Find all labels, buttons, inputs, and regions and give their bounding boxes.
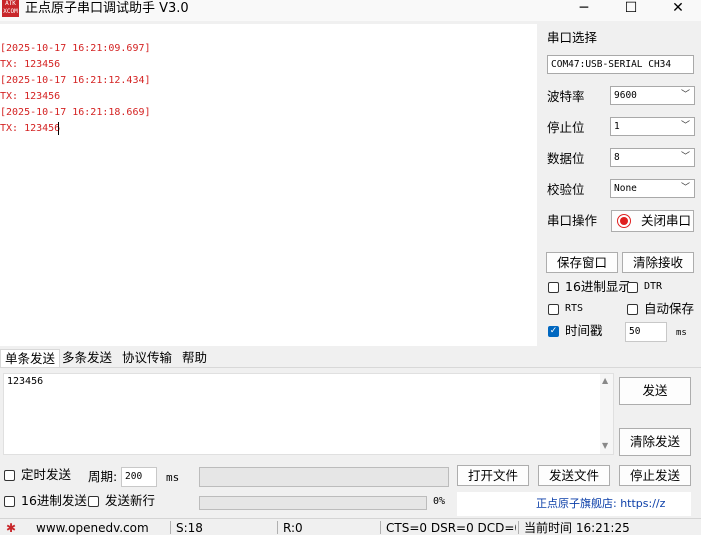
receive-line: TX: 123456 xyxy=(0,59,61,70)
clear-receive-button[interactable]: 清除接收 xyxy=(622,252,694,273)
gear-icon: ✱ xyxy=(6,521,17,535)
period-label: 周期: xyxy=(88,469,118,484)
tab-single-send[interactable]: 单条发送 xyxy=(0,349,61,367)
timestamp-interval-input[interactable]: 50 xyxy=(625,322,667,342)
timed-send-checkbox[interactable] xyxy=(4,470,15,481)
timestamp-checkbox[interactable]: ✓ xyxy=(548,326,559,337)
status-divider xyxy=(380,521,381,534)
port-op-label: 串口操作 xyxy=(547,213,598,228)
rts-label: RTS xyxy=(565,303,584,314)
received-count: R:0 xyxy=(283,521,303,535)
signal-status: CTS=0 DSR=0 DCD=0 xyxy=(386,521,516,535)
databits-select[interactable]: 8 ﹀ xyxy=(610,148,695,167)
dtr-checkbox[interactable] xyxy=(627,282,638,293)
send-progress-bar xyxy=(199,496,427,510)
file-progress-bar xyxy=(199,467,449,487)
promo-link[interactable]: 正点原子旗舰店: https://z xyxy=(536,497,689,511)
open-file-button[interactable]: 打开文件 xyxy=(457,465,529,486)
status-divider xyxy=(277,521,278,534)
receive-line: [2025-10-17 16:21:09.697] xyxy=(0,43,151,54)
hex-display-label: 16进制显示 xyxy=(565,279,631,294)
progress-percent: 0% xyxy=(433,496,446,507)
status-divider xyxy=(170,521,171,534)
databits-label: 数据位 xyxy=(547,151,585,166)
send-newline-label: 发送新行 xyxy=(105,493,156,508)
port-select-label: 串口选择 xyxy=(547,30,598,45)
timed-send-label: 定时发送 xyxy=(21,467,72,482)
chevron-down-icon: ﹀ xyxy=(680,121,690,131)
maximize-icon[interactable]: ☐ xyxy=(608,0,654,21)
period-unit: ms xyxy=(166,471,180,484)
record-icon xyxy=(617,214,631,228)
promo-box: 正点原子旗舰店: https://z xyxy=(457,492,691,516)
tab-multi-send[interactable]: 多条发送 xyxy=(58,349,116,367)
scroll-down-icon[interactable]: ▼ xyxy=(602,441,608,450)
parity-select[interactable]: None ﹀ xyxy=(610,179,695,198)
chevron-down-icon: ﹀ xyxy=(680,152,690,162)
tab-protocol[interactable]: 协议传输 xyxy=(118,349,176,367)
clear-send-button[interactable]: 清除发送 xyxy=(619,428,691,456)
save-window-button[interactable]: 保存窗口 xyxy=(546,252,618,273)
app-logo-icon: ATK XCOM xyxy=(2,0,19,17)
send-button[interactable]: 发送 xyxy=(619,377,691,405)
receive-area[interactable]: [2025-10-17 16:21:09.697] TX: 123456 [20… xyxy=(0,24,537,346)
rts-checkbox[interactable] xyxy=(548,304,559,315)
send-text-area[interactable]: 123456 xyxy=(3,373,614,455)
receive-line: [2025-10-17 16:21:18.669] xyxy=(0,107,151,118)
current-time: 当前时间 16:21:25 xyxy=(524,521,630,535)
stop-send-button[interactable]: 停止发送 xyxy=(619,465,691,486)
chevron-down-icon: ﹀ xyxy=(680,183,690,193)
dtr-label: DTR xyxy=(644,281,663,292)
send-scrollbar[interactable]: ▲ ▼ xyxy=(600,374,613,454)
hex-send-label: 16进制发送 xyxy=(21,493,87,508)
period-input[interactable]: 200 xyxy=(121,467,157,487)
timestamp-unit: ms xyxy=(676,328,687,338)
baud-label: 波特率 xyxy=(547,89,585,104)
receive-line: [2025-10-17 16:21:12.434] xyxy=(0,75,151,86)
stopbits-label: 停止位 xyxy=(547,120,585,135)
auto-save-checkbox[interactable] xyxy=(627,304,638,315)
text-caret xyxy=(58,122,59,135)
tab-help[interactable]: 帮助 xyxy=(178,349,211,367)
send-newline-checkbox[interactable] xyxy=(88,496,99,507)
window-title: 正点原子串口调试助手 V3.0 xyxy=(25,1,189,16)
auto-save-label: 自动保存 xyxy=(644,301,695,316)
status-divider xyxy=(518,521,519,534)
baud-select[interactable]: 9600 ﹀ xyxy=(610,86,695,105)
send-file-button[interactable]: 发送文件 xyxy=(538,465,610,486)
receive-line: TX: 123456 xyxy=(0,123,61,134)
parity-label: 校验位 xyxy=(547,182,585,197)
timestamp-label: 时间戳 xyxy=(565,323,603,338)
sent-count: S:18 xyxy=(176,521,203,535)
minimize-icon[interactable]: ─ xyxy=(561,0,607,21)
tabs-divider xyxy=(0,367,701,368)
stopbits-select[interactable]: 1 ﹀ xyxy=(610,117,695,136)
website-link[interactable]: www.openedv.com xyxy=(36,521,164,535)
port-select[interactable]: COM47:USB-SERIAL CH34 xyxy=(547,55,694,74)
scroll-up-icon[interactable]: ▲ xyxy=(602,376,608,385)
receive-line: TX: 123456 xyxy=(0,91,61,102)
hex-send-checkbox[interactable] xyxy=(4,496,15,507)
close-icon[interactable]: ✕ xyxy=(655,0,701,21)
close-port-button[interactable]: 关闭串口 xyxy=(611,210,694,232)
hex-display-checkbox[interactable] xyxy=(548,282,559,293)
chevron-down-icon: ﹀ xyxy=(680,90,690,100)
